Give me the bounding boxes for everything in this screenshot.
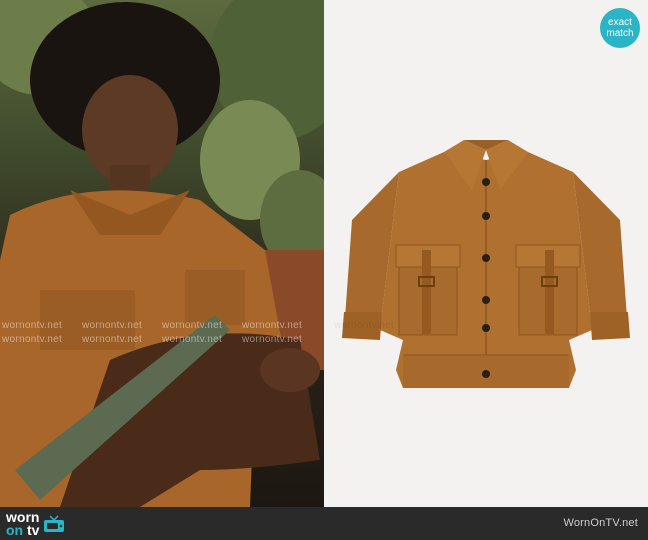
site-credit[interactable]: WornOnTV.net — [563, 517, 638, 529]
site-logo[interactable]: worn on tv — [6, 510, 65, 538]
watermark: wornontv.net — [162, 334, 223, 345]
watermark: wornontv.net — [162, 320, 223, 331]
logo-suffix: tv — [27, 522, 40, 538]
watermark: wornontv.net — [334, 320, 395, 331]
logo-wordmark: worn on tv — [6, 510, 40, 538]
tv-icon — [44, 515, 65, 532]
watermark: wornontv.net — [82, 334, 143, 345]
product-photo: wornontv.net — [324, 0, 648, 507]
scene-illustration — [0, 0, 324, 507]
watermark: wornontv.net — [2, 320, 63, 331]
watermark: wornontv.net — [242, 320, 303, 331]
cropped-shirt-jacket-image — [342, 140, 630, 388]
watermark: wornontv.net — [242, 334, 303, 345]
exact-match-badge: exact match — [600, 8, 640, 48]
logo-on: on — [6, 522, 24, 538]
footer-bar: worn on tv WornOnTV.net — [0, 507, 648, 540]
watermark: wornontv.net — [82, 320, 143, 331]
badge-line-1: exact — [608, 17, 632, 28]
watermark: wornontv.net — [2, 334, 63, 345]
badge-line-2: match — [606, 28, 634, 39]
scene-photo: wornontv.net wornontv.net wornontv.net w… — [0, 0, 324, 507]
